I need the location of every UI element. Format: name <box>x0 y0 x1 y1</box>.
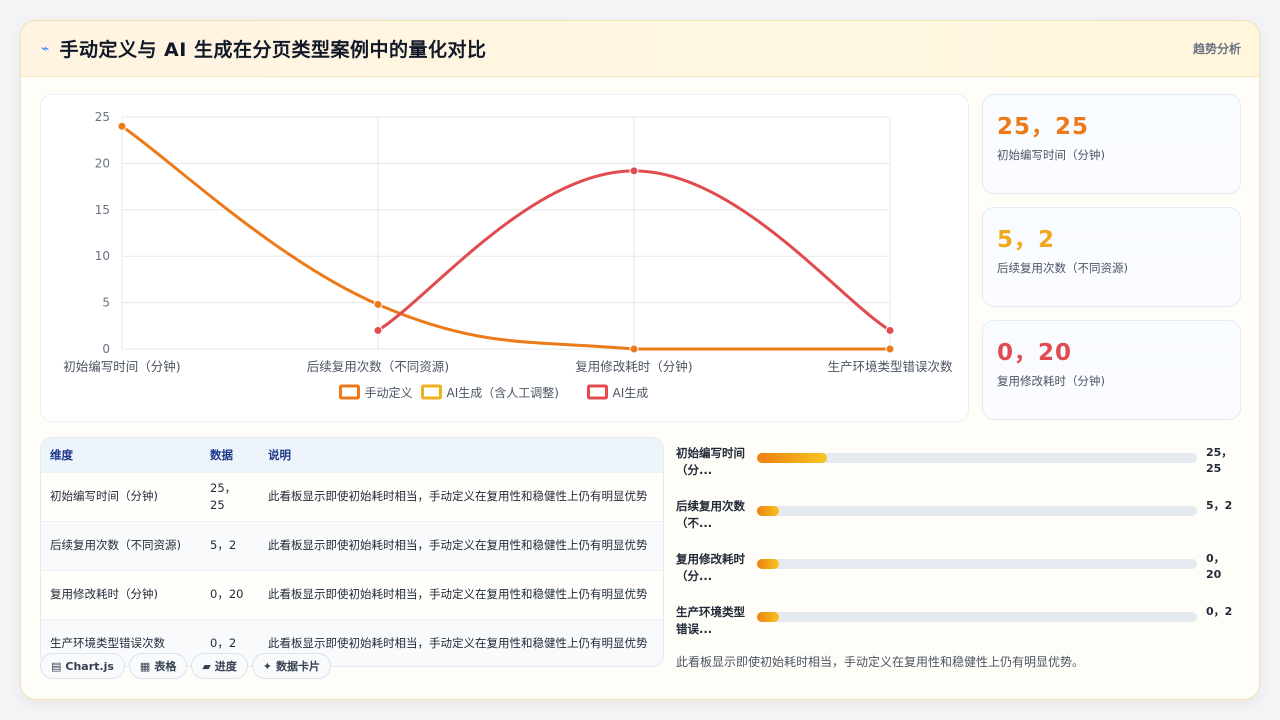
y-tick-label: 5 <box>102 296 110 310</box>
stat-value: 5，2 <box>997 227 1056 253</box>
legend-label: AI生成（含人工调整) <box>447 385 559 400</box>
y-tick-label: 0 <box>102 342 110 356</box>
progress-row: 后续复用次数（不... 5，2 <box>676 494 1236 534</box>
cell-description: 此看板显示即使初始耗时相当，手动定义在复用性和稳健性上仍有明显优势 <box>259 569 663 619</box>
cell-dimension: 复用修改耗时（分钟) <box>41 569 201 619</box>
progress-label: 复用修改耗时（分... <box>676 552 745 583</box>
progress-value: 0，2 <box>1206 605 1233 618</box>
progress-row: 生产环境类型错误... 0，2 <box>676 600 1236 640</box>
cell-data: 25，25 <box>201 471 259 521</box>
data-point <box>373 325 383 335</box>
progress-label: 生产环境类型错误... <box>676 605 745 636</box>
y-tick-label: 20 <box>95 156 110 170</box>
sparkle-icon: ⌁ <box>41 40 50 57</box>
progress-value: 0，20 <box>1206 552 1225 581</box>
cell-description: 此看板显示即使初始耗时相当，手动定义在复用性和稳健性上仍有明显优势 <box>259 520 663 570</box>
chip-label: 数据卡片 <box>276 660 321 673</box>
progress-value: 25，25 <box>1206 446 1233 475</box>
data-point <box>885 344 895 354</box>
column-header-data: 数据 <box>210 447 233 462</box>
summary-note: 此看板显示即使初始耗时相当，手动定义在复用性和稳健性上仍有明显优势。 <box>676 655 1085 669</box>
progress-track <box>757 453 1197 463</box>
stat-value: 25，25 <box>997 114 1090 140</box>
chip-table[interactable]: ▦ 表格 <box>128 653 188 679</box>
page-title: 手动定义与 AI 生成在分页类型案例中的量化对比 <box>59 39 487 61</box>
stat-value: 0，20 <box>997 340 1073 366</box>
table-row: 后续复用次数（不同资源) 5，2 此看板显示即使初始耗时相当，手动定义在复用性和… <box>41 520 663 570</box>
progress-row: 初始编写时间（分... 25，25 <box>676 441 1236 481</box>
data-point <box>629 344 639 354</box>
header-bar: ⌁ 手动定义与 AI 生成在分页类型案例中的量化对比 趋势分析 <box>21 21 1259 77</box>
legend-label: AI生成 <box>613 386 649 400</box>
cell-data: 5，2 <box>201 520 259 570</box>
dashboard-card: ⌁ 手动定义与 AI 生成在分页类型案例中的量化对比 趋势分析 0 5 10 15 20… <box>20 20 1260 700</box>
data-point <box>373 299 383 309</box>
table-row: 初始编写时间（分钟) 25，25 此看板显示即使初始耗时相当，手动定义在复用性和… <box>41 471 663 521</box>
stat-card-modify-time: 0，20 复用修改耗时（分钟) <box>982 320 1241 420</box>
line-chart[interactable]: 0 5 10 15 20 25 初始编写时间（分钟) 后续复用次数（不同资源) 复用修改耗时（分… <box>41 95 970 423</box>
data-table-panel: 维度 数据 说明 初始编写时间（分钟) 25，25 此看板显示即使初始耗时相当，… <box>40 437 664 667</box>
chip-progress[interactable]: ▰ 进度 <box>191 653 248 679</box>
view-mode-chips: ▤ Chart.js ▦ 表格 ▰ 进度 ✦ 数据卡片 <box>40 653 332 679</box>
progress-value: 5，2 <box>1206 499 1233 512</box>
column-header-dimension: 维度 <box>50 447 73 462</box>
table-icon: ▦ <box>139 659 151 673</box>
progress-fill <box>757 612 779 622</box>
stat-label: 初始编写时间（分钟) <box>997 148 1105 162</box>
legend-label: 手动定义 <box>365 385 413 400</box>
chip-data-cards[interactable]: ✦ 数据卡片 <box>251 653 332 679</box>
cell-dimension: 初始编写时间（分钟) <box>41 471 201 521</box>
x-tick-label: 复用修改耗时（分钟) <box>575 359 692 374</box>
sparkle-icon: ✦ <box>262 659 273 673</box>
legend-swatch <box>339 384 360 400</box>
trend-analysis-tag[interactable]: 趋势分析 <box>1193 40 1241 57</box>
stat-label: 复用修改耗时（分钟) <box>997 374 1105 388</box>
progress-row: 复用修改耗时（分... 0，20 <box>676 547 1236 587</box>
series-line <box>120 124 892 351</box>
progress-fill <box>757 506 779 516</box>
progress-track <box>757 612 1197 622</box>
cell-description: 此看板显示即使初始耗时相当，手动定义在复用性和稳健性上仍有明显优势 <box>259 471 663 521</box>
stat-card-reuse-count: 5，2 后续复用次数（不同资源) <box>982 207 1241 307</box>
progress-icon: ▰ <box>202 659 211 673</box>
x-tick-label: 初始编写时间（分钟) <box>63 359 180 374</box>
table-row: 复用修改耗时（分钟) 0，20 此看板显示即使初始耗时相当，手动定义在复用性和稳… <box>41 569 663 619</box>
stat-label: 后续复用次数（不同资源) <box>997 261 1128 275</box>
column-header-description: 说明 <box>268 447 291 462</box>
progress-track <box>757 559 1197 569</box>
table-header-row: 维度 数据 说明 <box>41 438 663 472</box>
progress-track <box>757 506 1197 516</box>
data-point <box>117 121 127 131</box>
data-point <box>629 166 639 176</box>
cell-dimension: 后续复用次数（不同资源) <box>41 520 201 570</box>
progress-label: 初始编写时间（分... <box>676 446 745 477</box>
chip-chartjs[interactable]: ▤ Chart.js <box>40 653 125 679</box>
data-table: 维度 数据 说明 初始编写时间（分钟) 25，25 此看板显示即使初始耗时相当，… <box>41 438 663 666</box>
x-tick-label: 生产环境类型错误次数 <box>827 359 953 374</box>
line-chart-panel: 0 5 10 15 20 25 初始编写时间（分钟) 后续复用次数（不同资源) 复用修改耗时（分… <box>40 94 969 422</box>
x-tick-label: 后续复用次数（不同资源) <box>307 359 449 374</box>
legend-swatch <box>587 384 608 400</box>
y-tick-label: 15 <box>95 203 110 217</box>
progress-fill <box>757 453 828 463</box>
chip-label: 进度 <box>214 660 237 673</box>
cell-data: 0，20 <box>201 569 259 619</box>
progress-label: 后续复用次数（不... <box>676 499 745 530</box>
stat-card-initial-time: 25，25 初始编写时间（分钟) <box>982 94 1241 194</box>
progress-fill <box>757 559 779 569</box>
y-tick-label: 25 <box>95 110 110 124</box>
chip-label: Chart.js <box>65 659 114 673</box>
data-point <box>885 325 895 335</box>
chip-label: 表格 <box>154 660 177 673</box>
chart-icon: ▤ <box>51 659 62 673</box>
y-tick-label: 10 <box>95 249 110 263</box>
legend-swatch <box>421 384 442 400</box>
